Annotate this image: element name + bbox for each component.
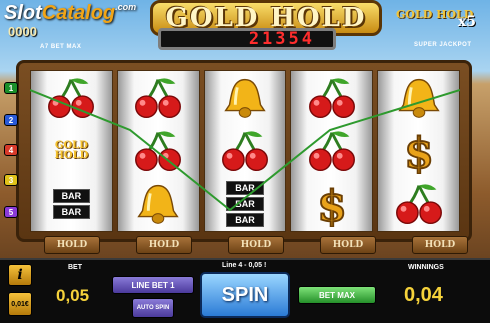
reel-cell: BAR BAR BAR — [205, 178, 286, 231]
reel-cell — [291, 125, 372, 178]
reel-3: BAR BAR BAR — [203, 70, 287, 232]
payline-marker[interactable]: 5 — [4, 206, 18, 218]
cherry-icon — [303, 75, 361, 121]
winnings-value: 0,04 — [404, 284, 443, 306]
hold-button-1[interactable]: HOLD — [44, 236, 100, 254]
multiplier-badge: x5 — [457, 14, 476, 30]
reel-cell — [291, 71, 372, 124]
reel-cell — [378, 178, 459, 231]
cherry-icon — [390, 181, 448, 227]
reel-cell: BAR BAR — [31, 178, 112, 231]
cherry-icon — [42, 75, 100, 121]
super-jackpot-logo: GOLD HOLD x5 — [396, 8, 476, 36]
payline-marker[interactable]: 1 — [4, 82, 18, 94]
reel-cell: $ — [378, 125, 459, 178]
payline-marker[interactable]: 4 — [4, 144, 18, 156]
cherry-icon — [129, 75, 187, 121]
gold-hold-symbol: GOLD HOLD — [42, 128, 100, 174]
bar-label: BAR — [52, 189, 91, 204]
reel-1: GOLD HOLD BAR BAR — [30, 70, 113, 232]
auto-spin-button[interactable]: AUTO SPIN — [132, 298, 174, 318]
cherry-icon — [303, 128, 361, 174]
bar-label: BAR — [52, 205, 91, 220]
reel-cell — [118, 125, 199, 178]
winnings-label: WINNINGS — [408, 264, 444, 271]
hold-button-2[interactable]: HOLD — [136, 236, 192, 254]
reel-5: $ — [377, 70, 460, 232]
bell-icon — [390, 75, 448, 121]
hold-buttons: HOLD HOLD HOLD HOLD HOLD — [44, 236, 468, 256]
info-button[interactable]: i — [8, 264, 32, 286]
reel-cell — [378, 71, 459, 124]
reels-area: GOLD HOLD BAR BAR BAR BAR BAR $ $ — [30, 70, 460, 232]
bet-max-caption: A7 BET MAX — [40, 44, 82, 50]
cherry-icon — [216, 128, 274, 174]
hold-button-5[interactable]: HOLD — [412, 236, 468, 254]
reel-cell: $ — [291, 178, 372, 231]
dollar-icon: $ — [390, 128, 448, 174]
bet-max-button[interactable]: BET MAX — [298, 286, 376, 304]
payline-marker[interactable]: 3 — [4, 174, 18, 186]
reel-cell — [205, 125, 286, 178]
reel-cell: GOLD HOLD — [31, 125, 112, 178]
reel-2 — [116, 70, 200, 232]
spin-button[interactable]: SPIN — [200, 272, 290, 318]
dollar-icon: $ — [303, 181, 361, 227]
bar-label: BAR — [226, 181, 264, 196]
watermark-logo: SlotCatalog.com — [4, 2, 136, 25]
bet-display: BET 0,05 — [52, 262, 106, 316]
coin-value-button[interactable]: 0,01€ — [8, 292, 32, 316]
watermark-suffix: .com — [115, 2, 137, 12]
hold-button-3[interactable]: HOLD — [228, 236, 284, 254]
super-jackpot-label: SUPER JACKPOT — [414, 42, 472, 48]
bar-label: BAR — [226, 197, 264, 212]
svg-text:$: $ — [404, 128, 434, 174]
bar-label: BAR — [226, 213, 264, 228]
coins-counter: 0000 — [8, 24, 37, 39]
line-markers: 1 2 4 3 5 — [4, 74, 18, 224]
line-win-info: Line 4 - 0,05 ! — [222, 262, 267, 269]
winnings-display: WINNINGS 0,04 — [382, 262, 482, 316]
bet-value: 0,05 — [56, 286, 90, 305]
cherry-icon — [129, 128, 187, 174]
svg-text:$: $ — [317, 182, 347, 228]
reel-cell — [118, 71, 199, 124]
watermark-text: Slot — [4, 2, 42, 24]
line-bet-button[interactable]: LINE BET 1 — [112, 276, 194, 294]
jackpot-value: 21354 — [248, 29, 315, 49]
reel-cell — [118, 178, 199, 231]
watermark-accent: Catalog — [41, 2, 116, 24]
reel-cell — [205, 71, 286, 124]
gold-hold-text: GOLD HOLD — [54, 139, 89, 161]
hold-button-4[interactable]: HOLD — [320, 236, 376, 254]
bar-symbol: BAR BAR BAR — [226, 181, 264, 228]
bar-symbol: BAR BAR — [52, 189, 91, 220]
payline-marker[interactable]: 2 — [4, 114, 18, 126]
reel-cell — [31, 71, 112, 124]
bell-icon — [216, 75, 274, 121]
reel-4: $ — [290, 70, 374, 232]
bet-label: BET — [68, 264, 82, 271]
bell-icon — [129, 181, 187, 227]
jackpot-display: 21354 — [158, 28, 336, 50]
